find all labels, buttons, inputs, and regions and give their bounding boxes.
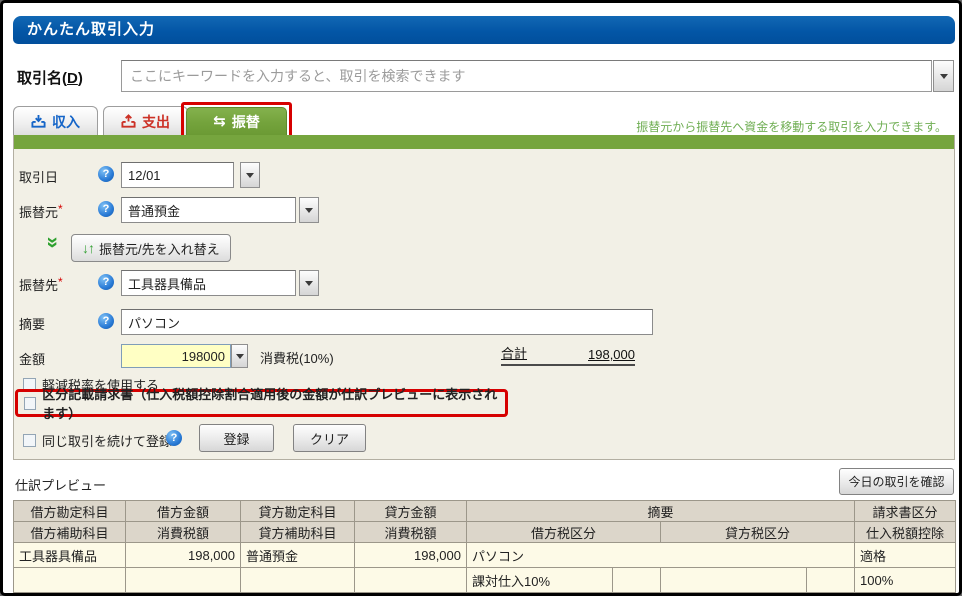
col-header: 貸方補助科目 xyxy=(241,522,355,543)
swap-button-label: 振替元/先を入れ替え xyxy=(99,239,220,258)
chevron-down-icon xyxy=(305,281,313,286)
cell-spacer xyxy=(613,568,661,593)
transfer-icon: ⇆ xyxy=(213,114,226,129)
amount-label: 金額 xyxy=(19,349,45,368)
continue-help-icon[interactable]: ? xyxy=(166,430,182,446)
source-input[interactable] xyxy=(121,197,296,223)
app-window: かんたん取引入力 取引名(D) 収入 支出 ⇆ 振替 振替元から振替先へ資金を移… xyxy=(0,0,962,596)
swap-arrows-icon: ↓↑ xyxy=(82,240,94,256)
date-input[interactable] xyxy=(121,162,234,188)
date-label: 取引日 xyxy=(19,167,58,186)
table-header-row-1: 借方勘定科目 借方金額 貸方勘定科目 貸方金額 摘要 請求書区分 xyxy=(14,501,956,522)
tab-transfer[interactable]: ⇆ 振替 xyxy=(186,107,287,136)
tab-income[interactable]: 収入 xyxy=(13,106,98,136)
tab-expense[interactable]: 支出 xyxy=(103,106,188,136)
chevron-down-icon xyxy=(305,208,313,213)
preview-title: 仕訳プレビュー xyxy=(15,475,106,494)
continue-row: 同じ取引を続けて登録 xyxy=(23,431,172,450)
tax-rate-note: 消費税(10%) xyxy=(260,348,334,367)
cell-deduction: 100% xyxy=(855,568,956,593)
date-dropdown-button[interactable] xyxy=(240,162,260,188)
today-transactions-button[interactable]: 今日の取引を確認 xyxy=(839,468,954,495)
source-dropdown-button[interactable] xyxy=(299,197,319,223)
col-header: 仕入税額控除 xyxy=(855,522,956,543)
annotation-transfer-tab: ⇆ 振替 xyxy=(181,102,292,139)
col-header: 消費税額 xyxy=(126,522,241,543)
cell-credit-amount: 198,000 xyxy=(355,543,467,568)
annotation-invoice-checkbox: 区分記載請求書（仕入税額控除割合適用後の金額が仕訳プレビューに表示されます） xyxy=(15,389,508,417)
cell-debit-sub xyxy=(14,568,126,593)
tab-income-label: 収入 xyxy=(52,112,80,132)
col-header: 摘要 xyxy=(467,501,855,522)
dest-label: 振替先* xyxy=(19,275,63,294)
tab-help-text: 振替元から振替先へ資金を移動する取引を入力できます。 xyxy=(636,118,947,135)
source-label: 振替元* xyxy=(19,202,63,221)
dest-input[interactable] xyxy=(121,270,296,296)
search-input[interactable] xyxy=(121,60,932,92)
col-header: 借方補助科目 xyxy=(14,522,126,543)
cell-debit-tax-class: 課対仕入10% xyxy=(467,568,613,593)
cell-credit-tax-amount xyxy=(355,568,467,593)
memo-label: 摘要 xyxy=(19,314,45,333)
search-dropdown-button[interactable] xyxy=(933,60,954,92)
continue-label: 同じ取引を続けて登録 xyxy=(42,431,172,450)
memo-help-icon[interactable]: ? xyxy=(98,313,114,329)
required-mark: * xyxy=(58,275,63,289)
transaction-name-label: 取引名(D) xyxy=(17,67,83,88)
chevron-down-icon xyxy=(940,74,948,79)
cell-spacer xyxy=(807,568,855,593)
memo-input[interactable] xyxy=(121,309,653,335)
dest-dropdown-button[interactable] xyxy=(299,270,319,296)
register-button[interactable]: 登録 xyxy=(199,424,274,452)
swap-source-dest-button[interactable]: ↓↑ 振替元/先を入れ替え xyxy=(71,234,231,262)
cell-invoice-class: 適格 xyxy=(855,543,956,568)
cell-memo: パソコン xyxy=(467,543,855,568)
clear-button[interactable]: クリア xyxy=(293,424,366,452)
journal-preview-table: 借方勘定科目 借方金額 貸方勘定科目 貸方金額 摘要 請求書区分 借方補助科目 … xyxy=(13,500,956,593)
required-mark: * xyxy=(58,202,63,216)
invoice-checkbox[interactable] xyxy=(24,397,36,410)
col-header: 消費税額 xyxy=(355,522,467,543)
tab-transfer-label: 振替 xyxy=(232,112,260,132)
source-help-icon[interactable]: ? xyxy=(98,201,114,217)
col-header: 借方金額 xyxy=(126,501,241,522)
expense-icon xyxy=(121,114,136,129)
date-help-icon[interactable]: ? xyxy=(98,166,114,182)
total-box: 合計 198,000 xyxy=(501,343,635,366)
col-header: 請求書区分 xyxy=(855,501,956,522)
col-header: 貸方税区分 xyxy=(661,522,855,543)
col-header: 借方税区分 xyxy=(467,522,661,543)
dest-help-icon[interactable]: ? xyxy=(98,274,114,290)
table-row: 工具器具備品 198,000 普通預金 198,000 パソコン 適格 xyxy=(14,543,956,568)
table-header-row-2: 借方補助科目 消費税額 貸方補助科目 消費税額 借方税区分 貸方税区分 仕入税額… xyxy=(14,522,956,543)
col-header: 貸方勘定科目 xyxy=(241,501,355,522)
income-icon xyxy=(31,114,46,129)
col-header: 借方勘定科目 xyxy=(14,501,126,522)
page-title: かんたん取引入力 xyxy=(13,16,955,44)
accesskey: D xyxy=(67,70,78,87)
col-header: 貸方金額 xyxy=(355,501,467,522)
invoice-checkbox-label: 区分記載請求書（仕入税額控除割合適用後の金額が仕訳プレビューに表示されます） xyxy=(42,384,505,422)
cell-credit-account: 普通預金 xyxy=(241,543,355,568)
cell-debit-account: 工具器具備品 xyxy=(14,543,126,568)
cell-credit-tax-class xyxy=(661,568,807,593)
cell-credit-sub xyxy=(241,568,355,593)
continue-checkbox[interactable] xyxy=(23,434,36,447)
amount-input[interactable] xyxy=(121,344,231,368)
cell-debit-tax-amount xyxy=(126,568,241,593)
total-label: 合計 xyxy=(501,343,527,362)
panel-green-bar xyxy=(14,135,954,149)
amount-dropdown-button[interactable] xyxy=(231,344,248,368)
table-row: 課対仕入10% 100% xyxy=(14,568,956,593)
cell-debit-amount: 198,000 xyxy=(126,543,241,568)
chevron-down-icon xyxy=(236,354,244,359)
tab-expense-label: 支出 xyxy=(142,112,170,132)
chevron-down-icon xyxy=(246,173,254,178)
total-value: 198,000 xyxy=(588,347,635,362)
double-chevron-down-icon: » xyxy=(42,237,63,249)
